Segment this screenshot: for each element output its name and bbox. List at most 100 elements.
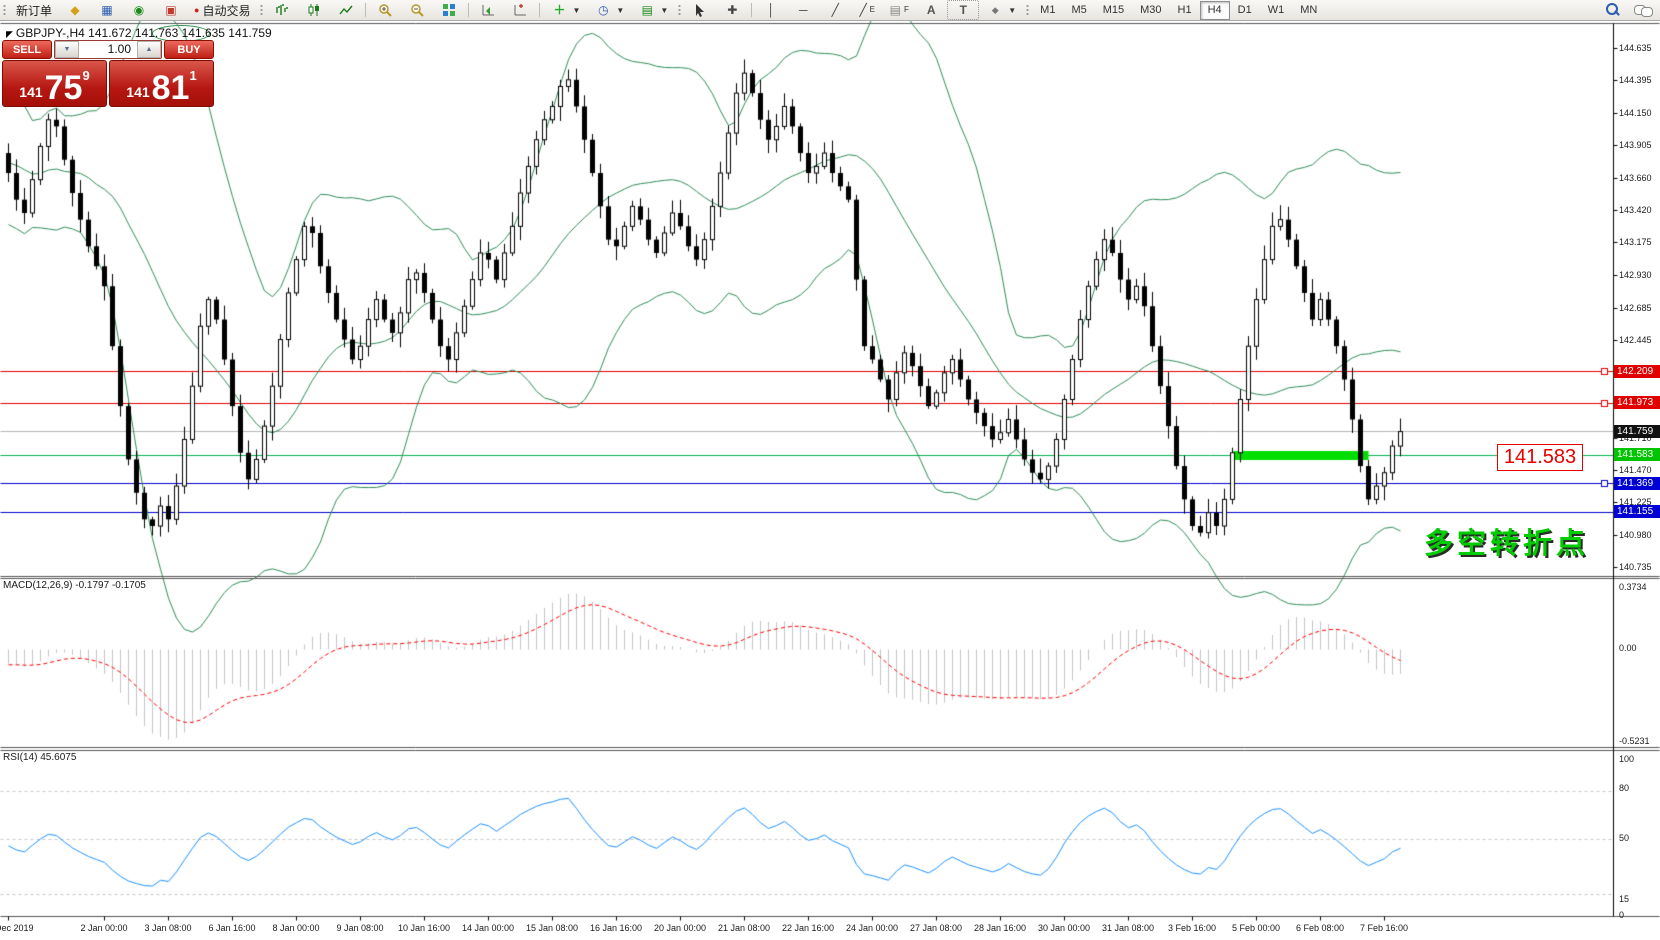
price-axis-tick: 142.445 (1619, 335, 1652, 345)
price-callout-label[interactable]: 141.583 (1497, 444, 1583, 471)
volume-increase-button[interactable]: ▲ (137, 41, 161, 58)
chart-canvas[interactable] (0, 20, 1660, 940)
macd-axis-tick: 0.00 (1619, 643, 1637, 653)
chart-flag-icon: ◤ (6, 29, 13, 39)
period-button-mn[interactable]: MN (1292, 1, 1325, 20)
macd-indicator-label: MACD(12,26,9) -0.1797 -0.1705 (3, 580, 146, 591)
price-axis-tick: 141.470 (1619, 465, 1652, 475)
toolbar-separator (365, 3, 366, 17)
period-button-h1[interactable]: H1 (1170, 1, 1200, 20)
buy-price-big: 81 (152, 73, 190, 103)
search-icon[interactable] (1604, 2, 1620, 18)
period-button-m30[interactable]: M30 (1132, 1, 1169, 20)
clock-icon: ◷ (594, 2, 612, 18)
time-axis-label: 7 Feb 16:00 (1344, 923, 1424, 933)
period-button-m5[interactable]: M5 (1063, 1, 1094, 20)
volume-spinner: ▼ 1.00 ▲ (54, 40, 162, 59)
toolbar-drag-handle (2, 3, 7, 17)
templates-button[interactable]: ▤ ▼ (631, 0, 675, 20)
rsi-axis-tick: 0 (1619, 910, 1624, 920)
macd-axis-tick: -0.5231 (1619, 736, 1650, 746)
chevron-down-icon: ▼ (616, 6, 624, 15)
tile-windows-icon[interactable] (433, 0, 465, 20)
buy-price-prefix: 141 (126, 81, 149, 103)
chevron-down-icon: ▼ (660, 6, 668, 15)
period-button-d1[interactable]: D1 (1230, 1, 1260, 20)
community-chat-icon[interactable] (1634, 3, 1652, 17)
price-axis-badge: 142.209 (1614, 365, 1660, 378)
text-icon[interactable]: A (915, 0, 947, 20)
price-axis-tick: 143.420 (1619, 205, 1652, 215)
toolbar-separator (539, 3, 540, 17)
zoom-in-icon[interactable] (369, 0, 401, 20)
indicators-add-icon: ＋ (550, 2, 568, 18)
turning-point-annotation[interactable]: 多空转折点 (1424, 520, 1589, 562)
chart-shift-icon[interactable] (504, 0, 536, 20)
rsi-axis-tick: 80 (1619, 783, 1629, 793)
time-axis-label: 30 Dec 2019 (0, 923, 48, 933)
fibonacci-icon[interactable]: ▤F (883, 0, 915, 20)
cursor-icon[interactable] (684, 0, 716, 20)
main-toolbar: 新订单 ◆ ▦ ◉ ▣ ● 自动交易 ＋ ▼ ◷ ▼ ▤ ▼ (0, 0, 1660, 21)
zoom-out-icon[interactable] (401, 0, 433, 20)
price-axis-tick: 143.905 (1619, 140, 1652, 150)
new-order-button[interactable]: 新订单 (9, 0, 59, 20)
one-click-trading-panel: SELL ▼ 1.00 ▲ BUY 141 75 9 141 81 1 (2, 40, 214, 107)
period-button-m15[interactable]: M15 (1095, 1, 1132, 20)
autotrading-status-icon: ● (194, 5, 199, 15)
navigator-icon[interactable]: ◉ (123, 0, 155, 20)
horizontal-line-icon[interactable]: ─ (787, 0, 819, 20)
sell-price-panel[interactable]: 141 75 9 (2, 60, 107, 107)
rsi-axis-tick: 100 (1619, 754, 1634, 764)
period-button-h4[interactable]: H4 (1200, 1, 1230, 20)
buy-price-pip: 1 (189, 61, 196, 91)
autotrading-button[interactable]: ● 自动交易 (187, 0, 257, 20)
crosshair-icon[interactable]: ✚ (716, 0, 748, 20)
text-label-icon[interactable]: T (947, 0, 979, 20)
toolbar-separator (1025, 3, 1030, 17)
price-axis-tick: 144.395 (1619, 75, 1652, 85)
period-button-m1[interactable]: M1 (1032, 1, 1063, 20)
toolbar-separator (468, 3, 469, 17)
toolbar-separator (751, 3, 752, 17)
metaeditor-icon[interactable]: ◆ (59, 0, 91, 20)
sell-price-big: 75 (45, 73, 83, 103)
price-axis-badge: 141.973 (1614, 396, 1660, 409)
template-icon: ▤ (638, 2, 656, 18)
price-axis-tick: 143.175 (1619, 237, 1652, 247)
bar-chart-icon[interactable] (266, 0, 298, 20)
arrows-button[interactable]: ◆ ▼ (979, 0, 1023, 20)
period-button-w1[interactable]: W1 (1260, 1, 1293, 20)
price-axis-tick: 140.980 (1619, 530, 1652, 540)
price-axis-tick: 142.930 (1619, 270, 1652, 280)
market-watch-icon[interactable]: ▦ (91, 0, 123, 20)
price-axis-tick: 144.635 (1619, 43, 1652, 53)
periods-button[interactable]: ◷ ▼ (587, 0, 631, 20)
price-axis-tick: 140.735 (1619, 562, 1652, 572)
macd-axis-tick: 0.3734 (1619, 582, 1647, 592)
sell-button[interactable]: SELL (2, 40, 52, 59)
rsi-axis-tick: 15 (1619, 894, 1629, 904)
terminal-icon[interactable]: ▣ (155, 0, 187, 20)
toolbar-separator (677, 3, 682, 17)
volume-decrease-button[interactable]: ▼ (55, 41, 79, 58)
price-axis-tick: 143.660 (1619, 173, 1652, 183)
arrows-icon: ◆ (986, 2, 1004, 18)
buy-button[interactable]: BUY (164, 40, 214, 59)
symbol-ohlc-text: GBPJPY-,H4 141.672 141.763 141.635 141.7… (16, 26, 272, 40)
volume-input[interactable]: 1.00 (79, 41, 137, 58)
price-axis-badge: 141.583 (1614, 448, 1660, 461)
price-axis-badge: 141.369 (1614, 477, 1660, 490)
price-axis-tick: 142.685 (1619, 303, 1652, 313)
trendline-icon[interactable]: ╱ (819, 0, 851, 20)
vertical-line-icon[interactable]: │ (755, 0, 787, 20)
mt4-window: { "toolbar": { "new_order_label": "新订单",… (0, 0, 1660, 940)
equidistant-channel-icon[interactable]: ╱E (851, 0, 883, 20)
indicators-button[interactable]: ＋ ▼ (543, 0, 587, 20)
candlestick-icon[interactable] (298, 0, 330, 20)
line-chart-icon[interactable] (330, 0, 362, 20)
price-axis-badge: 141.759 (1614, 425, 1660, 438)
autoscroll-icon[interactable] (472, 0, 504, 20)
buy-price-panel[interactable]: 141 81 1 (109, 60, 214, 107)
rsi-axis-tick: 50 (1619, 833, 1629, 843)
